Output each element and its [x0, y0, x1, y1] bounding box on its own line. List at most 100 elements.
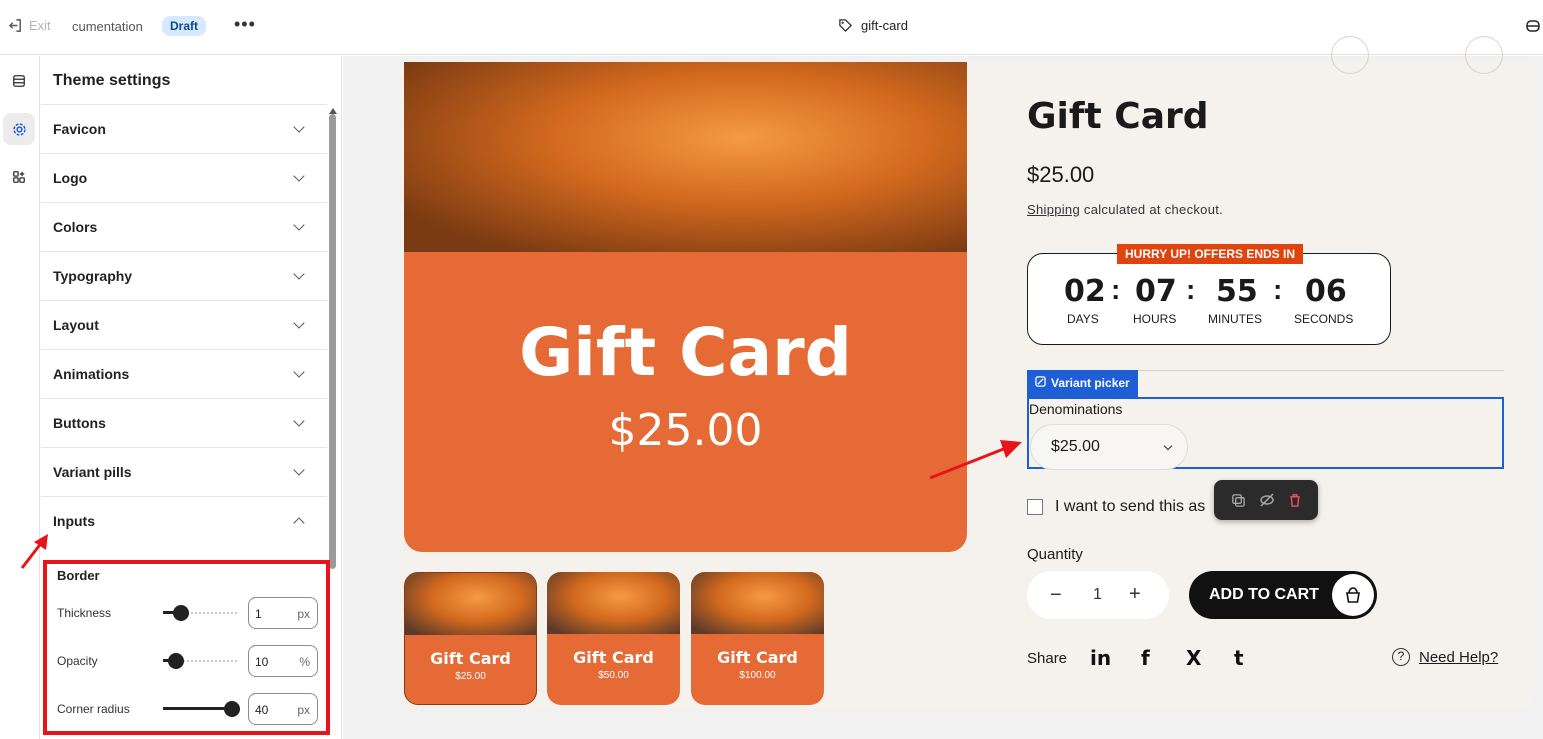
- section-inputs[interactable]: Inputs: [41, 496, 327, 545]
- top-bar: Exit cumentation Draft ••• gift-card: [0, 0, 1543, 55]
- apps-icon: [13, 171, 25, 183]
- thumbnail-price: $100.00: [739, 670, 776, 681]
- countdown-separator: :: [1186, 274, 1196, 305]
- annotation-arrow: [20, 534, 48, 569]
- countdown-separator: :: [1111, 274, 1121, 305]
- facebook-icon[interactable]: f: [1141, 646, 1150, 670]
- delete-icon[interactable]: [1288, 493, 1302, 508]
- countdown-minutes: 55: [1216, 274, 1258, 309]
- nav-circle-button[interactable]: [1465, 36, 1503, 74]
- sections-button[interactable]: [3, 65, 35, 97]
- opacity-label: Opacity: [57, 654, 98, 668]
- unit-label: px: [297, 607, 310, 621]
- panel-scrollbar[interactable]: [329, 114, 336, 569]
- section-label: Inputs: [53, 513, 95, 529]
- opacity-setting: Opacity 10%: [57, 645, 318, 677]
- exit-label: Exit: [29, 18, 51, 33]
- denomination-select[interactable]: $25.00: [1030, 424, 1188, 470]
- chevron-down-icon: [293, 317, 305, 329]
- section-label: Variant pills: [53, 464, 132, 480]
- quantity-stepper: − 1 +: [1027, 571, 1169, 619]
- corner-radius-setting: Corner radius 40 px: [57, 693, 318, 725]
- thumbnail[interactable]: Gift Card $100.00: [691, 572, 824, 705]
- thumbnail-photo: [405, 573, 536, 635]
- thumbnail[interactable]: Gift Card $25.00: [404, 572, 537, 705]
- unit-label: px: [297, 703, 310, 717]
- linkedin-icon[interactable]: in: [1090, 646, 1111, 670]
- section-favicon[interactable]: Favicon: [41, 104, 327, 153]
- countdown-days: 02: [1064, 274, 1106, 309]
- denominations-label: Denominations: [1029, 401, 1123, 417]
- thumbnail-photo: [691, 572, 824, 634]
- variant-picker-tag[interactable]: Variant picker: [1027, 370, 1138, 397]
- shipping-link[interactable]: Shipping: [1027, 202, 1080, 217]
- theme-settings-button[interactable]: [3, 113, 35, 145]
- hide-icon[interactable]: [1259, 492, 1275, 508]
- duplicate-icon[interactable]: [1231, 493, 1246, 508]
- section-label: Favicon: [53, 121, 106, 137]
- chevron-down-icon: [293, 121, 305, 133]
- variant-picker-block[interactable]: Denominations $25.00: [1027, 397, 1504, 470]
- page-selector[interactable]: gift-card: [838, 18, 908, 33]
- corner-radius-slider[interactable]: [224, 701, 240, 717]
- settings-icon: [12, 122, 26, 136]
- border-group-title: Border: [57, 568, 100, 583]
- quantity-minus-button[interactable]: −: [1050, 584, 1062, 607]
- more-menu-button[interactable]: •••: [234, 14, 256, 35]
- page-name: gift-card: [861, 18, 908, 33]
- section-label: Layout: [53, 317, 99, 333]
- quantity-plus-button[interactable]: +: [1129, 583, 1141, 606]
- unit-label: %: [299, 655, 310, 669]
- help-link-label: Need Help?: [1419, 648, 1499, 666]
- quantity-value[interactable]: 1: [1093, 586, 1102, 604]
- preview-device-button[interactable]: [1525, 18, 1541, 39]
- chevron-down-icon: [293, 219, 305, 231]
- thumbnail[interactable]: Gift Card $50.00: [547, 572, 680, 705]
- x-icon[interactable]: X: [1186, 646, 1201, 670]
- device-icon: [1526, 20, 1540, 32]
- thumbnail-price: $50.00: [598, 670, 629, 681]
- corner-radius-label: Corner radius: [57, 702, 130, 716]
- chevron-down-icon: [293, 366, 305, 378]
- section-label: Colors: [53, 219, 98, 235]
- thickness-label: Thickness: [57, 606, 112, 620]
- block-toolbar: [1214, 480, 1318, 520]
- thumbnail-title: Gift Card: [573, 648, 654, 667]
- opacity-input[interactable]: 10%: [248, 645, 318, 677]
- countdown-timer: HURRY UP! OFFERS ENDS IN 02 DAYS : 07 HO…: [1027, 244, 1391, 345]
- question-icon: ?: [1392, 648, 1410, 666]
- theme-name: cumentation: [72, 19, 143, 34]
- section-variant-pills[interactable]: Variant pills: [41, 447, 327, 496]
- hero-title: Gift Card: [519, 314, 852, 391]
- section-typography[interactable]: Typography: [41, 251, 327, 300]
- opacity-slider[interactable]: [168, 653, 184, 669]
- add-to-cart-button[interactable]: ADD TO CART: [1189, 571, 1377, 619]
- section-layout[interactable]: Layout: [41, 300, 327, 349]
- section-label: Typography: [53, 268, 133, 284]
- variant-picker-label: Variant picker: [1051, 376, 1130, 390]
- annotation-arrow: [929, 440, 1022, 480]
- section-colors[interactable]: Colors: [41, 202, 327, 251]
- section-logo[interactable]: Logo: [41, 153, 327, 202]
- apps-button[interactable]: [3, 161, 35, 193]
- thumbnail-title: Gift Card: [717, 648, 798, 667]
- chevron-down-icon: [293, 464, 305, 476]
- thickness-input[interactable]: 1 px: [248, 597, 318, 629]
- opacity-value: 10: [255, 655, 269, 669]
- thumbnail-title: Gift Card: [430, 649, 511, 668]
- section-buttons[interactable]: Buttons: [41, 398, 327, 447]
- gift-checkbox[interactable]: [1027, 499, 1043, 515]
- product-price: $25.00: [1027, 162, 1095, 187]
- section-animations[interactable]: Animations: [41, 349, 327, 398]
- help-link[interactable]: ? Need Help?: [1392, 648, 1498, 666]
- tumblr-icon[interactable]: t: [1234, 646, 1244, 670]
- inputs-border-settings: Border Thickness 1 px Opacity 10% Corner …: [43, 560, 330, 735]
- corner-radius-input[interactable]: 40 px: [248, 693, 318, 725]
- exit-button[interactable]: Exit: [8, 18, 51, 33]
- thickness-slider[interactable]: [173, 605, 189, 621]
- product-main-image[interactable]: Gift Card $25.00: [404, 62, 967, 552]
- chevron-down-icon: [1163, 441, 1173, 451]
- nav-circle-button[interactable]: [1331, 36, 1369, 74]
- countdown-separator: :: [1273, 274, 1283, 305]
- panel-title: Theme settings: [53, 72, 171, 89]
